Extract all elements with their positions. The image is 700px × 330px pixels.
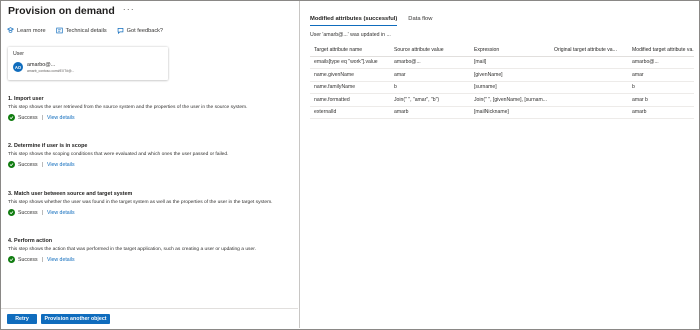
step-title: 2. Determine if user is in scope (8, 143, 88, 149)
table-cell (550, 56, 628, 69)
column-header[interactable]: Target attribute name (310, 45, 390, 57)
step-title: 1. Import user (8, 96, 44, 102)
table-cell: b (390, 81, 470, 94)
table-cell: Join(" ", [givenName], [surnam... (470, 93, 550, 107)
table-row: name.formatted Join(" ", "amar", "b") Jo… (310, 93, 694, 107)
table-cell (550, 93, 628, 107)
table-cell: amar (628, 68, 694, 82)
step-description: This step shows the scoping conditions t… (8, 152, 229, 157)
status-text: Success (18, 114, 38, 121)
step-import-user: 1. Import user This step shows the user … (8, 96, 290, 122)
step-status: Success | View details (8, 114, 290, 122)
table-cell: [surname] (470, 81, 550, 94)
step-status: Success | View details (8, 256, 290, 264)
learn-more-label: Learn more (17, 27, 46, 34)
table-cell: amar b (628, 93, 694, 107)
retry-button[interactable]: Retry (7, 314, 37, 324)
table-cell: [givenName] (470, 68, 550, 82)
tab-bar: Modified attributes (successful) Data fl… (310, 16, 432, 26)
status-text: Success (18, 161, 38, 168)
step-scope: 2. Determine if user is in scope This st… (8, 143, 290, 169)
table-cell: amarbo@... (390, 56, 470, 69)
separator: | (41, 161, 43, 168)
table-cell: amarb (628, 106, 694, 119)
avatar: AO (13, 62, 23, 72)
view-details-link[interactable]: View details (47, 162, 75, 168)
table-cell: Join(" ", "amar", "b") (390, 93, 470, 107)
technical-details-button[interactable]: Technical details (55, 27, 107, 34)
table-cell: b (628, 81, 694, 94)
separator: | (41, 114, 43, 121)
feedback-label: Got feedback? (126, 27, 164, 34)
more-options-button[interactable]: ··· (123, 4, 135, 14)
footer-bar: Retry Provision another object (1, 308, 298, 328)
provision-another-button[interactable]: Provision another object (41, 314, 110, 324)
status-text: Success (18, 256, 38, 263)
success-check-icon (8, 161, 15, 169)
step-title: 4. Perform action (8, 238, 53, 244)
view-details-link[interactable]: View details (47, 257, 75, 263)
step-match-user: 3. Match user between source and target … (8, 191, 290, 217)
update-message: User 'amarb@...' was updated in ... (310, 32, 391, 38)
separator: | (41, 256, 43, 263)
feedback-button[interactable]: Got feedback? (117, 27, 163, 34)
table-cell: emails[type eq "work"].value (310, 56, 390, 69)
left-pane: Provision on demand ··· Learn more Techn… (1, 1, 298, 328)
table-cell (550, 106, 628, 119)
user-card: User AO amarbo@... amarb_contoso.com#EXT… (8, 47, 168, 80)
tab-data-flow[interactable]: Data flow (408, 16, 432, 26)
column-header[interactable]: Modified target attribute va... (628, 45, 694, 57)
table-cell: name.familyName (310, 81, 390, 94)
table-cell: amar (390, 68, 470, 82)
table-cell: name.formatted (310, 93, 390, 107)
success-check-icon (8, 256, 15, 264)
title-row: Provision on demand ··· (8, 4, 135, 17)
table-cell: externalId (310, 106, 390, 119)
view-details-link[interactable]: View details (47, 115, 75, 121)
table-cell: [mail] (470, 56, 550, 69)
table-cell: amarb (390, 106, 470, 119)
table-row: name.givenName amar [givenName] amar (310, 68, 694, 82)
table-cell: amarbo@... (628, 56, 694, 69)
success-check-icon (8, 114, 15, 122)
learn-more-button[interactable]: Learn more (7, 27, 46, 34)
view-details-link[interactable]: View details (47, 210, 75, 216)
step-perform-action: 4. Perform action This step shows the ac… (8, 238, 290, 264)
success-check-icon (8, 209, 15, 217)
table-row: name.familyName b [surname] b (310, 81, 694, 94)
column-header[interactable]: Expression (470, 45, 550, 57)
table-cell (550, 68, 628, 82)
modified-attributes-table: Target attribute name Source attribute v… (310, 45, 694, 119)
table-row: emails[type eq "work"].value amarbo@... … (310, 56, 694, 69)
step-status: Success | View details (8, 161, 290, 169)
column-header[interactable]: Original target attribute va... (550, 45, 628, 57)
user-name: amarbo@... (27, 62, 56, 68)
status-text: Success (18, 209, 38, 216)
user-card-label: User (13, 51, 24, 57)
step-description: This step shows whether the user was fou… (8, 200, 273, 205)
feedback-icon (117, 27, 124, 34)
table-cell: [mailNickname] (470, 106, 550, 119)
user-principal-name: amarb_contoso.com#EXT#@... (27, 69, 75, 73)
step-status: Success | View details (8, 209, 290, 217)
separator: | (41, 209, 43, 216)
table-cell: name.givenName (310, 68, 390, 82)
right-pane: Modified attributes (successful) Data fl… (299, 1, 699, 328)
step-description: This step shows the user retrieved from … (8, 105, 248, 110)
tab-modified-attributes[interactable]: Modified attributes (successful) (310, 16, 398, 26)
command-bar: Learn more Technical details Got feedbac… (7, 27, 163, 34)
learn-icon (7, 27, 14, 34)
details-icon (55, 27, 63, 34)
page-title: Provision on demand (8, 5, 115, 17)
table-row: externalId amarb [mailNickname] amarb (310, 106, 694, 119)
technical-details-label: Technical details (65, 27, 107, 34)
column-header[interactable]: Source attribute value (390, 45, 470, 57)
table-header-row: Target attribute name Source attribute v… (310, 45, 694, 57)
step-title: 3. Match user between source and target … (8, 191, 133, 197)
table-cell (550, 81, 628, 94)
step-description: This step shows the action that was perf… (8, 247, 256, 252)
